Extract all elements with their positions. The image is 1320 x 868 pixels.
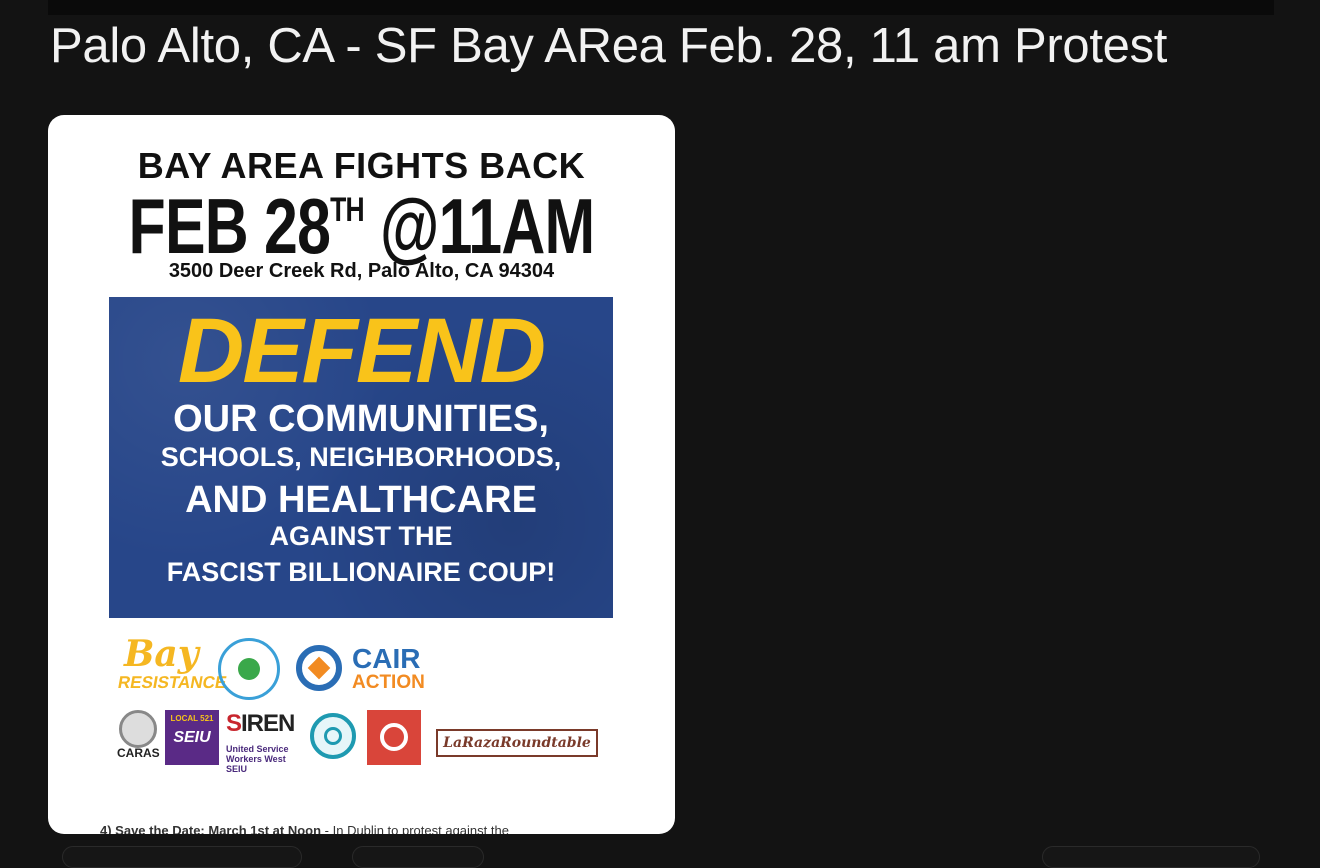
flyer-address: 3500 Deer Creek Rd, Palo Alto, CA 94304 bbox=[168, 260, 555, 282]
caras-text: CARAS bbox=[117, 746, 160, 760]
flyer-date-main: FEB 28 bbox=[128, 182, 331, 270]
panel-line-3: AND HEALTHCARE bbox=[185, 479, 537, 521]
bay-resistance-logo: Bay RESISTANCE bbox=[116, 633, 228, 703]
flyer-time: @11AM bbox=[380, 182, 595, 270]
post-title: Palo Alto, CA - SF Bay ARea Feb. 28, 11 … bbox=[50, 19, 1168, 73]
bottom-action-button[interactable] bbox=[1042, 846, 1260, 868]
bay-resistance-bottom: RESISTANCE bbox=[116, 673, 229, 692]
panel-line-2: SCHOOLS, NEIGHBORHOODS, bbox=[160, 442, 562, 472]
panel-line-5: FASCIST BILLIONAIRE COUP! bbox=[166, 557, 556, 587]
seiu-local-text: LOCAL 521 bbox=[170, 714, 214, 723]
top-bar bbox=[48, 0, 1274, 15]
caras-logo: CARAS bbox=[117, 710, 160, 765]
laraza-roundtable-logo: LaRazaRoundtable bbox=[436, 729, 598, 757]
flyer-date-suffix: TH bbox=[330, 191, 365, 229]
coalition-wheel-logo bbox=[310, 713, 356, 759]
red-emblem-logo bbox=[367, 710, 421, 765]
defend-panel: DEFEND OUR COMMUNITIES, SCHOOLS, NEIGHBO… bbox=[109, 297, 613, 618]
siren-sub: United Service Workers West SEIU bbox=[226, 744, 289, 774]
cair-logo-text: CAIR ACTION bbox=[352, 645, 425, 694]
siren-rest: IREN bbox=[241, 710, 295, 737]
panel-headline: DEFEND bbox=[177, 300, 546, 402]
flyer-date: FEB 28TH @11AM bbox=[117, 187, 606, 265]
bottom-action-button[interactable] bbox=[62, 846, 302, 868]
seiu-name-text: SEIU bbox=[173, 729, 211, 746]
bottom-action-button[interactable] bbox=[352, 846, 484, 868]
globe-icon bbox=[238, 658, 260, 680]
siren-logo: SIREN United Service Workers West SEIU bbox=[226, 710, 298, 774]
peace-justice-logo bbox=[218, 638, 280, 700]
flyer-heading: BAY AREA FIGHTS BACK bbox=[137, 145, 586, 186]
cair-logo-mark bbox=[294, 643, 344, 693]
cair-top: CAIR bbox=[352, 643, 421, 674]
footer-rest: - In Dublin to protest against the bbox=[321, 823, 509, 834]
panel-line-1: OUR COMMUNITIES, bbox=[173, 398, 549, 440]
footer-bold: 4) Save the Date: March 1st at Noon bbox=[100, 823, 322, 834]
flyer-footer-text: 4) Save the Date: March 1st at Noon - In… bbox=[100, 823, 509, 834]
siren-s: S bbox=[226, 710, 242, 737]
seiu-local-logo: LOCAL 521 SEIU bbox=[165, 710, 219, 765]
flyer-image[interactable]: BAY AREA FIGHTS BACK FEB 28TH @11AM 3500… bbox=[48, 115, 675, 834]
panel-line-4: AGAINST THE bbox=[269, 521, 453, 551]
bay-resistance-top: Bay bbox=[124, 633, 199, 675]
cair-bottom: ACTION bbox=[352, 672, 425, 693]
